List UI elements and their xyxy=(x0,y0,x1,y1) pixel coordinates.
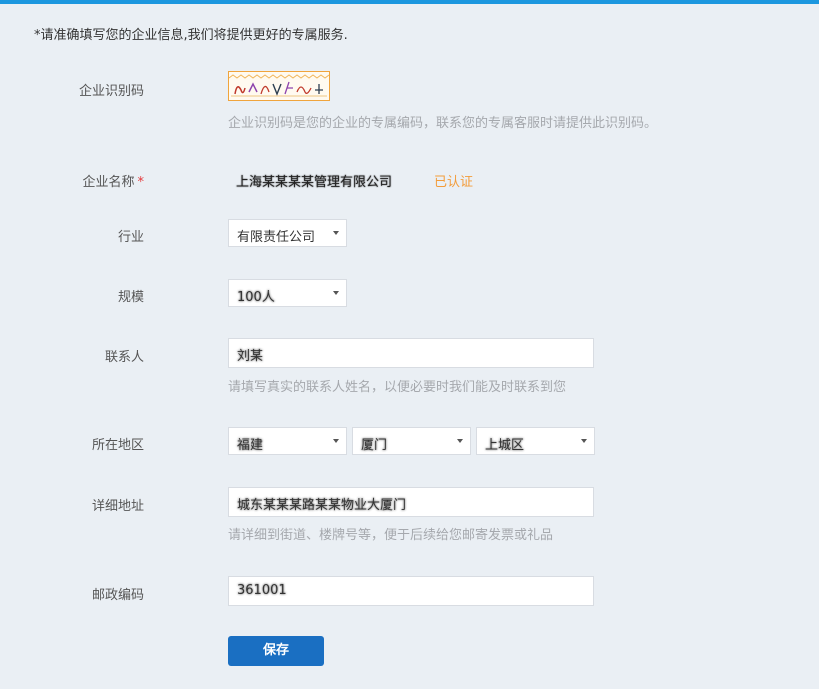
industry-label: 行业 xyxy=(117,230,144,245)
chevron-down-icon xyxy=(333,439,339,443)
postal-code-label: 邮政编码 xyxy=(91,588,144,603)
enterprise-code-hint: 企业识别码是您的企业的专属编码，联系您的专属客服时请提供此识别码。 xyxy=(228,116,658,131)
province-select[interactable]: 福建 xyxy=(228,427,347,455)
required-mark: * xyxy=(137,175,145,190)
address-hint: 请详细到街道、楼牌号等，便于后续给您邮寄发票或礼品 xyxy=(228,528,554,543)
save-button[interactable]: 保存 xyxy=(228,636,324,666)
city-select[interactable]: 厦门 xyxy=(352,427,471,455)
contact-hint: 请填写真实的联系人姓名，以便必要时我们能及时联系到您 xyxy=(228,380,567,395)
district-select[interactable]: 上城区 xyxy=(476,427,595,455)
district-selected: 上城区 xyxy=(485,438,525,453)
top-accent-bar xyxy=(0,0,819,4)
postal-code-input[interactable]: 361001 xyxy=(228,576,594,606)
chevron-down-icon xyxy=(457,439,463,443)
contact-value: 刘某 xyxy=(237,349,264,364)
enterprise-code-label: 企业识别码 xyxy=(78,84,144,99)
company-name-label-text: 企业名称 xyxy=(82,175,135,190)
chevron-down-icon xyxy=(333,231,339,235)
scale-select[interactable]: 100人 xyxy=(228,279,347,307)
form-notice: *请准确填写您的企业信息,我们将提供更好的专属服务. xyxy=(34,28,348,43)
address-input[interactable]: 城东某某某路某某物业大厦门 xyxy=(228,487,594,517)
address-label: 详细地址 xyxy=(91,499,144,514)
scale-selected: 100人 xyxy=(237,290,275,305)
verified-badge: 已认证 xyxy=(434,175,474,190)
industry-selected: 有限责任公司 xyxy=(237,230,316,245)
contact-label: 联系人 xyxy=(104,350,144,365)
chevron-down-icon xyxy=(581,439,587,443)
region-label: 所在地区 xyxy=(91,438,144,453)
company-name-value: 上海某某某某管理有限公司 xyxy=(236,175,393,190)
company-name-label: 企业名称 * xyxy=(0,171,144,190)
enterprise-code-image xyxy=(228,71,330,101)
address-value: 城东某某某路某某物业大厦门 xyxy=(237,498,407,513)
province-selected: 福建 xyxy=(237,438,264,453)
scale-label: 规模 xyxy=(117,290,144,305)
contact-input[interactable]: 刘某 xyxy=(228,338,594,368)
chevron-down-icon xyxy=(333,291,339,295)
postal-code-value: 361001 xyxy=(237,583,287,598)
city-selected: 厦门 xyxy=(361,438,388,453)
industry-select[interactable]: 有限责任公司 xyxy=(228,219,347,247)
